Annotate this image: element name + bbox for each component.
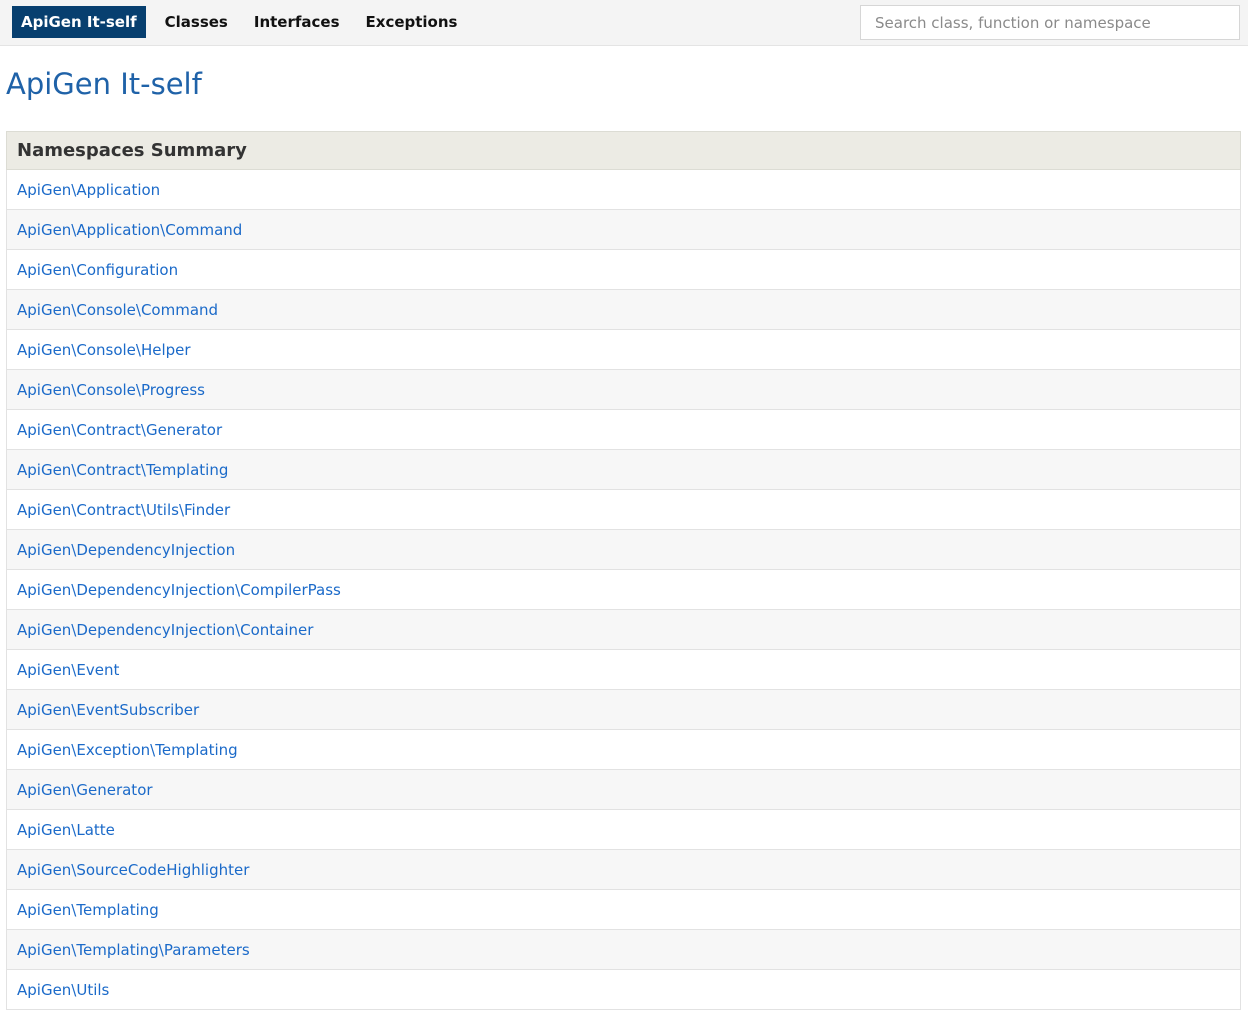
namespaces-summary-heading: Namespaces Summary (6, 131, 1241, 170)
table-row: ApiGen\Console\Helper (6, 329, 1241, 370)
namespace-cell: ApiGen\Application\Command (6, 209, 1241, 250)
page-title: ApiGen It-self (6, 67, 202, 101)
namespace-link[interactable]: ApiGen\Latte (17, 821, 115, 839)
nav-interfaces[interactable]: Interfaces (241, 6, 353, 38)
namespace-cell: ApiGen\Templating (6, 889, 1241, 930)
search-input[interactable] (860, 5, 1240, 40)
nav-exceptions[interactable]: Exceptions (353, 6, 471, 38)
table-row: ApiGen\Application\Command (6, 209, 1241, 250)
namespace-link[interactable]: ApiGen\Console\Progress (17, 381, 205, 399)
namespace-link[interactable]: ApiGen\DependencyInjection (17, 541, 235, 559)
namespace-cell: ApiGen\Latte (6, 809, 1241, 850)
nav-classes[interactable]: Classes (152, 6, 241, 38)
table-row: ApiGen\Application (6, 169, 1241, 210)
namespace-link[interactable]: ApiGen\Configuration (17, 261, 178, 279)
namespace-link[interactable]: ApiGen\EventSubscriber (17, 701, 199, 719)
top-navigation-bar: ApiGen It-self Classes Interfaces Except… (0, 0, 1248, 46)
table-row: ApiGen\EventSubscriber (6, 689, 1241, 730)
table-row: ApiGen\Latte (6, 809, 1241, 850)
table-row: ApiGen\DependencyInjection\CompilerPass (6, 569, 1241, 610)
table-row: ApiGen\DependencyInjection\Container (6, 609, 1241, 650)
table-row: ApiGen\Event (6, 649, 1241, 690)
table-row: ApiGen\Contract\Templating (6, 449, 1241, 490)
namespace-cell: ApiGen\Exception\Templating (6, 729, 1241, 770)
namespace-link[interactable]: ApiGen\Console\Helper (17, 341, 191, 359)
namespace-cell: ApiGen\DependencyInjection\Container (6, 609, 1241, 650)
namespace-cell: ApiGen\SourceCodeHighlighter (6, 849, 1241, 890)
namespace-cell: ApiGen\DependencyInjection (6, 529, 1241, 570)
namespace-link[interactable]: ApiGen\Generator (17, 781, 153, 799)
table-row: ApiGen\Contract\Utils\Finder (6, 489, 1241, 530)
table-row: ApiGen\Templating\Parameters (6, 929, 1241, 970)
namespace-cell: ApiGen\Generator (6, 769, 1241, 810)
namespace-cell: ApiGen\Contract\Utils\Finder (6, 489, 1241, 530)
table-row: ApiGen\Templating (6, 889, 1241, 930)
namespace-cell: ApiGen\EventSubscriber (6, 689, 1241, 730)
namespace-cell: ApiGen\Contract\Templating (6, 449, 1241, 490)
main-nav: ApiGen It-self Classes Interfaces Except… (12, 6, 470, 38)
namespace-cell: ApiGen\Contract\Generator (6, 409, 1241, 450)
table-row: ApiGen\SourceCodeHighlighter (6, 849, 1241, 890)
table-row: ApiGen\Configuration (6, 249, 1241, 290)
namespaces-list: ApiGen\Application ApiGen\Application\Com… (6, 169, 1241, 1010)
namespace-link[interactable]: ApiGen\Utils (17, 981, 109, 999)
namespace-link[interactable]: ApiGen\Event (17, 661, 119, 679)
namespace-link[interactable]: ApiGen\Contract\Utils\Finder (17, 501, 230, 519)
table-row: ApiGen\Contract\Generator (6, 409, 1241, 450)
namespace-link[interactable]: ApiGen\Console\Command (17, 301, 218, 319)
table-row: ApiGen\DependencyInjection (6, 529, 1241, 570)
namespace-link[interactable]: ApiGen\Application (17, 181, 160, 199)
table-row: ApiGen\Console\Command (6, 289, 1241, 330)
namespace-cell: ApiGen\Console\Command (6, 289, 1241, 330)
table-row: ApiGen\Console\Progress (6, 369, 1241, 410)
namespace-link[interactable]: ApiGen\Application\Command (17, 221, 242, 239)
namespace-cell: ApiGen\Configuration (6, 249, 1241, 290)
namespace-link[interactable]: ApiGen\SourceCodeHighlighter (17, 861, 249, 879)
namespace-cell: ApiGen\DependencyInjection\CompilerPass (6, 569, 1241, 610)
namespace-link[interactable]: ApiGen\Exception\Templating (17, 741, 238, 759)
namespace-link[interactable]: ApiGen\DependencyInjection\Container (17, 621, 313, 639)
namespace-link[interactable]: ApiGen\Templating (17, 901, 159, 919)
table-row: ApiGen\Generator (6, 769, 1241, 810)
namespace-cell: ApiGen\Event (6, 649, 1241, 690)
table-row: ApiGen\Exception\Templating (6, 729, 1241, 770)
namespace-cell: ApiGen\Application (6, 169, 1241, 210)
namespaces-summary-table: Namespaces Summary ApiGen\Application Api… (6, 131, 1241, 1010)
namespace-cell: ApiGen\Console\Progress (6, 369, 1241, 410)
namespace-cell: ApiGen\Templating\Parameters (6, 929, 1241, 970)
namespace-link[interactable]: ApiGen\Templating\Parameters (17, 941, 250, 959)
table-header-row: Namespaces Summary (6, 131, 1241, 170)
namespace-link[interactable]: ApiGen\DependencyInjection\CompilerPass (17, 581, 341, 599)
nav-brand-overview[interactable]: ApiGen It-self (12, 6, 146, 38)
namespace-link[interactable]: ApiGen\Contract\Templating (17, 461, 228, 479)
namespace-link[interactable]: ApiGen\Contract\Generator (17, 421, 222, 439)
namespace-cell: ApiGen\Console\Helper (6, 329, 1241, 370)
